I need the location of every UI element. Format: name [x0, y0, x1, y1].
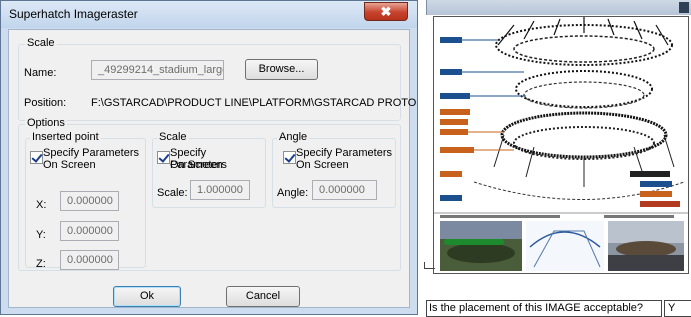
scale-field[interactable]: 1.000000	[190, 180, 250, 200]
z-label: Z:	[36, 258, 46, 270]
command-prompt-text: Is the placement of this IMAGE acceptabl…	[426, 300, 662, 317]
dialog-client-area: Scale Name: _49299214_stadium_large_imag…	[8, 29, 416, 308]
z-field[interactable]: 0.000000	[60, 250, 119, 270]
name-label: Name:	[24, 67, 57, 79]
angle-title: Angle	[277, 131, 310, 143]
y-field[interactable]: 0.000000	[60, 221, 119, 241]
option-scale-group: Scale Specify Parameters On Screen Scale…	[152, 131, 266, 208]
image-leader-line	[424, 262, 435, 269]
scale-specify-checkbox[interactable]	[157, 151, 170, 164]
close-icon: ✖	[380, 4, 392, 19]
angle-specify-checkbox[interactable]	[283, 151, 296, 164]
title-bar[interactable]: Superhatch Imageraster ✖	[1, 1, 417, 28]
option-scale-title: Scale	[157, 131, 189, 143]
scale-group: Scale Name: _49299214_stadium_large_imag…	[18, 37, 416, 121]
inserted-point-title: Inserted point	[30, 131, 101, 143]
dialog-title: Superhatch Imageraster	[9, 7, 138, 21]
position-value: F:\GSTARCAD\PRODUCT LINE\PLATFORM\GSTARC…	[91, 97, 417, 109]
angle-field[interactable]: 0.000000	[312, 180, 377, 200]
inserted-point-specify-label-1: Specify Parameters	[43, 147, 139, 159]
scale-label: Scale:	[157, 187, 188, 199]
name-field[interactable]: _49299214_stadium_large_image	[91, 60, 224, 80]
x-field[interactable]: 0.000000	[60, 191, 119, 211]
position-label: Position:	[24, 97, 67, 109]
angle-group: Angle Specify Parameters On Screen Angle…	[272, 131, 396, 208]
browse-button[interactable]: Browse...	[245, 59, 318, 80]
ok-button[interactable]: Ok	[113, 286, 181, 307]
x-label: X:	[36, 199, 47, 211]
inserted-point-specify-label-2: On Screen	[43, 159, 96, 171]
angle-specify-label-2: On Screen	[296, 159, 349, 171]
angle-label: Angle:	[277, 187, 309, 199]
options-group: Options Inserted point Specify Parameter…	[18, 117, 401, 271]
scale-specify-label-2: On Screen	[170, 159, 223, 171]
close-button[interactable]: ✖	[364, 2, 408, 21]
scale-group-title: Scale	[25, 37, 57, 49]
cancel-button[interactable]: Cancel	[226, 286, 300, 307]
inserted-point-specify-checkbox[interactable]	[30, 151, 43, 164]
command-prompt-answer[interactable]: Y	[664, 300, 691, 317]
y-label: Y:	[36, 229, 46, 241]
stadium-diagram-illustration	[434, 17, 688, 271]
superhatch-dialog: Superhatch Imageraster ✖ Scale Name: _49…	[0, 0, 418, 315]
stadium-raster-image[interactable]	[433, 16, 689, 274]
angle-specify-label-1: Specify Parameters	[296, 147, 392, 159]
inserted-point-group: Inserted point Specify Parameters On Scr…	[25, 131, 146, 270]
options-group-title: Options	[25, 117, 67, 129]
background-window-frame	[426, 0, 691, 15]
